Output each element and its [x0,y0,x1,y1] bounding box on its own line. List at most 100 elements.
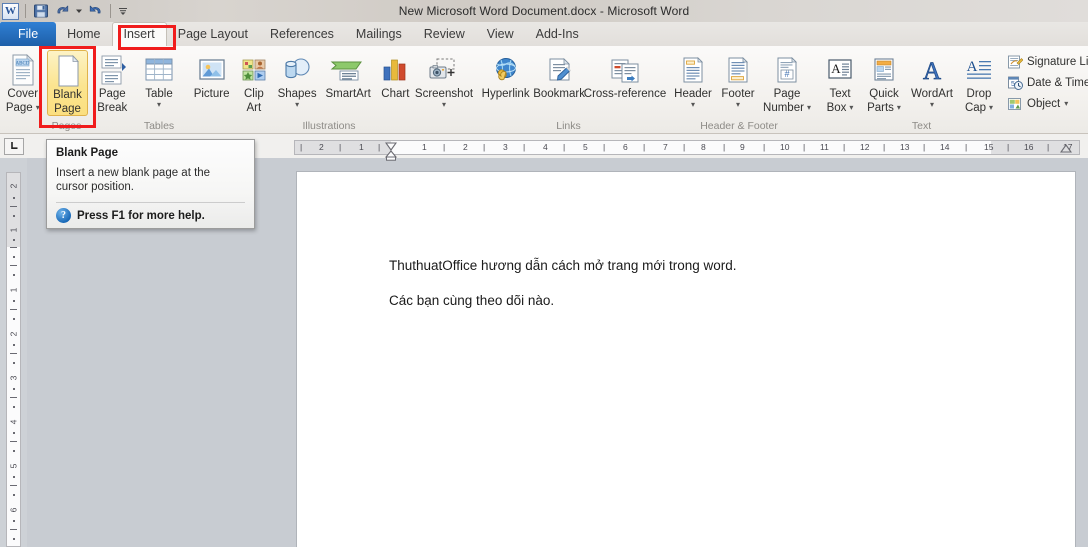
ruler-label: 3 [503,141,508,154]
document-page[interactable]: ThuthuatOffice hương dẫn cách mở trang m… [297,172,1075,547]
picture-button[interactable]: Picture [189,50,234,100]
horizontal-ruler[interactable]: | 2 | 1 | 1 | 2 | 3 | 4 | 5 | 6 | 7 | 8 … [294,140,1080,155]
ruler-tick: | [443,141,445,154]
cover-page-button[interactable]: ABCD Cover Page ▾ [2,50,44,114]
tab-file[interactable]: File [0,22,56,46]
vruler-label: 3 [9,372,19,385]
signature-line-button[interactable]: Signature Li [1004,51,1088,72]
ruler-label: 9 [740,141,745,154]
tab-home[interactable]: Home [56,23,111,46]
tab-add-ins[interactable]: Add-Ins [525,23,590,46]
drop-cap-label-2: Cap [965,102,986,114]
ruler-tick: | [603,141,605,154]
ruler-label: 6 [623,141,628,154]
footer-button[interactable]: Footer ▾ [716,50,760,109]
vruler-dot [13,406,15,408]
screenshot-dropdown[interactable]: ▾ [442,100,446,109]
ruler-label: 15 [984,141,993,154]
chevron-down-icon[interactable]: ▾ [295,101,299,109]
ruler-tick: | [965,141,967,154]
table-dropdown[interactable]: ▾ [157,100,161,109]
wordart-dropdown[interactable]: ▾ [930,100,934,109]
drop-cap-label-1: Drop [967,88,992,100]
ruler-tick: | [1047,141,1049,154]
hanging-indent-marker[interactable] [385,148,397,159]
drop-cap-label-2-row: Cap ▾ [965,102,993,114]
smartart-button[interactable]: SmartArt [321,50,376,100]
bookmark-button[interactable]: Bookmark [532,50,586,100]
chevron-down-icon[interactable]: ▾ [1064,100,1068,108]
cover-page-label-2: Page [6,102,33,114]
date-time-button[interactable]: 5 Date & Time [1004,72,1088,93]
drop-cap-button[interactable]: A Drop Cap ▾ [957,50,1001,114]
blank-page-button[interactable]: Blank Page [47,50,89,116]
page-number-icon: # [773,52,801,86]
chevron-down-icon[interactable]: ▾ [807,104,811,112]
vruler-half [10,485,17,486]
chevron-down-icon[interactable]: ▾ [736,101,740,109]
chevron-down-icon[interactable]: ▾ [897,104,901,112]
ruler-label: 8 [701,141,706,154]
chart-label: Chart [381,88,409,100]
ruler-label: 7 [663,141,668,154]
shapes-label: Shapes [278,88,317,100]
vruler-label: 2 [9,180,19,193]
ruler-label: 4 [543,141,548,154]
chart-button[interactable]: Chart [376,50,415,100]
title-bar: W [0,0,1088,22]
wordart-icon: A [917,52,947,86]
vruler-label: 2 [9,328,19,341]
vruler-half [10,397,17,398]
cross-reference-button[interactable]: Cross-reference [586,50,664,100]
chevron-down-icon[interactable]: ▾ [157,101,161,109]
clip-art-button[interactable]: Clip Art [234,50,273,114]
table-button[interactable]: Table ▾ [133,50,185,109]
document-paragraph-2[interactable]: Các bạn cùng theo dõi nào. [389,293,554,308]
chevron-down-icon[interactable]: ▾ [989,104,993,112]
vruler-dot [13,300,15,302]
tab-mailings[interactable]: Mailings [345,23,413,46]
ruler-tick: | [723,141,725,154]
chevron-down-icon[interactable]: ▾ [930,101,934,109]
page-break-button[interactable]: Page Break [91,50,133,114]
chevron-down-icon[interactable]: ▾ [691,101,695,109]
ribbon-tab-strip: File Home Insert Page Layout References … [0,22,1088,46]
chevron-down-icon[interactable]: ▾ [849,104,853,112]
tab-references[interactable]: References [259,23,345,46]
chevron-down-icon[interactable]: ▾ [36,104,40,112]
text-box-button[interactable]: A Text Box ▾ [819,50,861,114]
tab-insert[interactable]: Insert [112,22,167,46]
tab-view[interactable]: View [476,23,525,46]
vruler-label: 1 [9,224,19,237]
shapes-button[interactable]: Shapes ▾ [274,50,321,109]
shapes-dropdown[interactable]: ▾ [295,100,299,109]
text-box-label-1: Text [829,88,850,100]
vruler-dot [13,388,15,390]
wordart-button[interactable]: A WordArt ▾ [907,50,957,109]
chevron-down-icon[interactable]: ▾ [442,101,446,109]
document-paragraph-1[interactable]: ThuthuatOffice hương dẫn cách mở trang m… [389,258,737,273]
vruler-half [10,206,17,207]
svg-text:A: A [831,61,841,76]
hyperlink-button[interactable]: Hyperlink [479,50,532,100]
wordart-label: WordArt [911,88,953,100]
vruler-dot [13,239,15,241]
tooltip-body: Insert a new blank page at the cursor po… [56,166,245,194]
vertical-ruler[interactable]: 2 1 1 2 3 4 5 6 [6,172,21,547]
header-dropdown[interactable]: ▾ [691,100,695,109]
quick-parts-button[interactable]: Quick Parts ▾ [861,50,907,114]
ruler-tick: | [803,141,805,154]
object-button[interactable]: Object ▾ [1004,93,1088,114]
ruler-tick: | [300,141,302,154]
vruler-dot [13,494,15,496]
tab-page-layout[interactable]: Page Layout [167,23,259,46]
header-button[interactable]: Header ▾ [670,50,716,109]
page-number-button[interactable]: # Page Number ▾ [760,50,814,114]
vruler-half [10,529,17,530]
tab-review[interactable]: Review [413,23,476,46]
screenshot-button[interactable]: Screenshot ▾ [415,50,473,109]
footer-dropdown[interactable]: ▾ [736,100,740,109]
cover-page-label-1: Cover [7,88,38,100]
tab-stop-selector[interactable] [4,138,24,155]
right-indent-marker[interactable] [1060,141,1072,152]
